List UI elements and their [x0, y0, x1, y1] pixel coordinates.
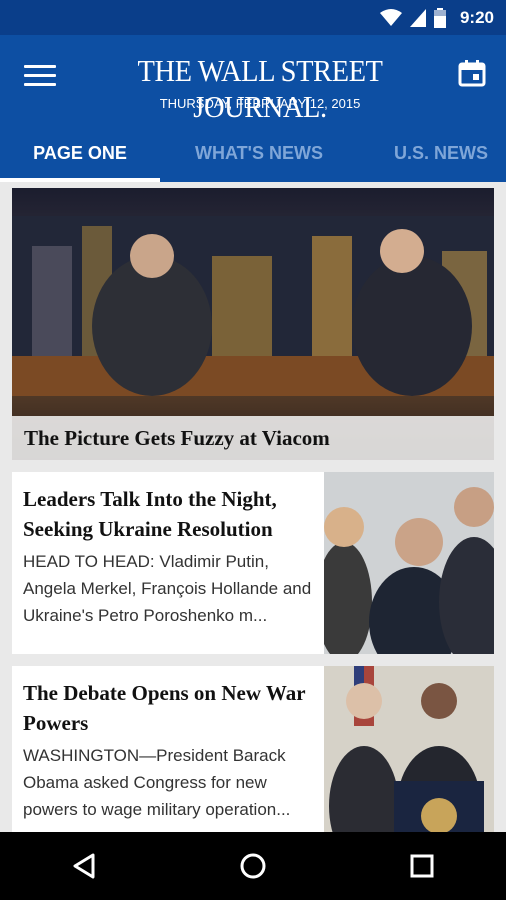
home-button[interactable] [223, 841, 283, 891]
system-nav-bar [0, 832, 506, 900]
section-tabs: PAGE ONE WHAT'S NEWS U.S. NEWS [0, 125, 506, 182]
article-headline: Leaders Talk Into the Night, Seeking Ukr… [23, 487, 277, 541]
menu-button[interactable] [24, 65, 56, 87]
status-time: 9:20 [459, 7, 494, 27]
article-image [324, 472, 494, 654]
calendar-button[interactable] [458, 59, 486, 87]
wifi-icon [379, 8, 402, 26]
hamburger-icon-bar [24, 83, 56, 86]
tab-label: PAGE ONE [33, 143, 127, 163]
hero-image [12, 216, 494, 396]
edition-date: THURSDAY, FEBRUARY 12, 2015 [159, 96, 361, 111]
signal-icon [409, 8, 426, 27]
hamburger-icon-bar [24, 74, 56, 77]
article-summary: HEAD TO HEAD: Vladimir Putin, Angela Mer… [23, 552, 312, 625]
status-bar: 9:20 [0, 0, 506, 35]
back-button[interactable] [54, 841, 114, 891]
article-summary: WASHINGTON—President Barack Obama asked … [23, 746, 291, 819]
hero-headline: The Picture Gets Fuzzy at Viacom [12, 416, 494, 460]
back-icon [73, 853, 95, 879]
article-image [324, 666, 494, 848]
tab-label: U.S. NEWS [393, 143, 488, 163]
article-card[interactable]: Leaders Talk Into the Night, Seeking Ukr… [12, 472, 494, 654]
hamburger-icon-bar [24, 65, 56, 68]
recents-button[interactable] [392, 841, 452, 891]
battery-icon [433, 7, 446, 28]
article-feed: The Picture Gets Fuzzy at Viacom Leaders… [12, 188, 494, 848]
tab-page-one[interactable]: PAGE ONE [0, 125, 160, 182]
app-bar: THE WALL STREET JOURNAL. THURSDAY, FEBRU… [0, 35, 506, 182]
hero-article[interactable]: The Picture Gets Fuzzy at Viacom [12, 188, 494, 460]
article-text: The Debate Opens on New War Powers WASHI… [12, 666, 324, 848]
article-text: Leaders Talk Into the Night, Seeking Ukr… [12, 472, 324, 654]
article-card[interactable]: The Debate Opens on New War Powers WASHI… [12, 666, 494, 848]
tab-whats-news[interactable]: WHAT'S NEWS [160, 125, 358, 182]
home-icon [240, 853, 266, 879]
tab-label: WHAT'S NEWS [195, 143, 323, 163]
recents-icon [410, 854, 434, 878]
masthead: THE WALL STREET JOURNAL. [137, 53, 383, 124]
article-headline: The Debate Opens on New War Powers [23, 681, 306, 735]
tab-us-news[interactable]: U.S. NEWS [358, 125, 506, 182]
calendar-icon [458, 60, 486, 87]
